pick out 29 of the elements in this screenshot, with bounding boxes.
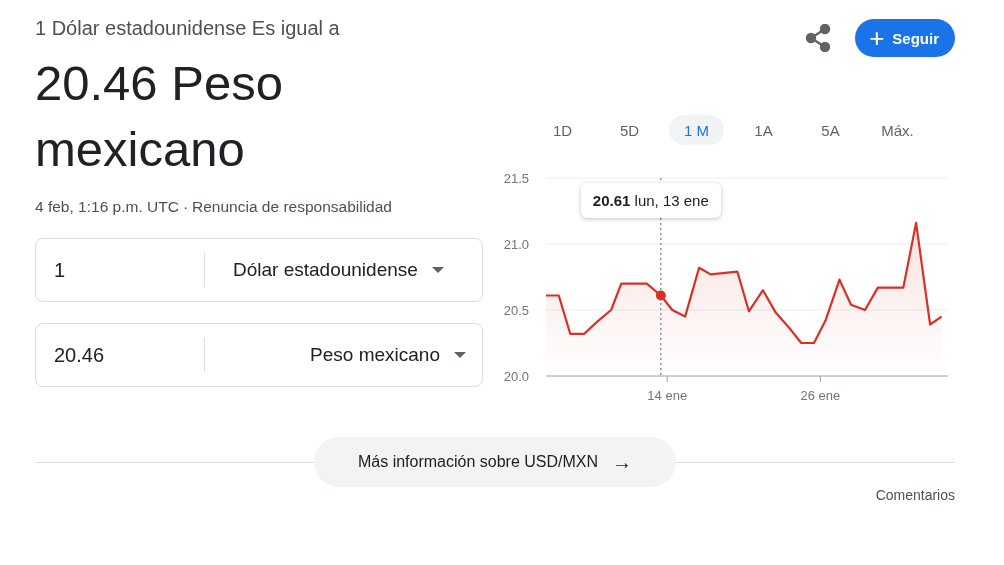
range-tab[interactable]: 5D	[602, 115, 657, 145]
tooltip-text: 20.61 lun, 13 ene	[592, 192, 709, 209]
range-tab[interactable]: 5A	[803, 115, 858, 145]
feedback-link[interactable]: Comentarios	[875, 487, 955, 503]
y-axis-label: 21.0	[503, 237, 529, 252]
separator: ·	[182, 198, 189, 216]
amount-field[interactable]: 20.46	[36, 343, 204, 367]
timestamp: 4 feb, 1:16 p.m. UTC	[35, 198, 179, 216]
conversion-result: 20.46 Peso mexicano	[35, 55, 284, 178]
more-info-button[interactable]: Más información sobre USD/MXN →	[313, 437, 677, 487]
share-icon[interactable]	[805, 24, 832, 52]
conversion-caption: 1 Dólar estadounidense Es igual a	[35, 16, 341, 41]
currency-dropdown[interactable]: Peso mexicano	[211, 344, 482, 366]
currency-dropdown[interactable]: Dólar estadounidense	[205, 259, 482, 281]
hover-point	[655, 290, 666, 301]
caret-icon	[454, 352, 466, 358]
x-axis-label: 14 ene	[647, 388, 688, 403]
follow-button[interactable]: + Seguir	[855, 19, 955, 57]
x-axis-label: 26 ene	[800, 388, 841, 403]
disclaimer-link[interactable]: Renuncia de responsabilidad	[192, 198, 392, 216]
y-axis-label: 20.5	[503, 303, 529, 318]
range-tab[interactable]: Máx.	[870, 115, 925, 145]
range-tab[interactable]: 1 M	[669, 115, 724, 145]
amount-field[interactable]: 1	[36, 258, 204, 282]
y-axis-label: 21.5	[503, 171, 529, 186]
caret-icon	[431, 267, 444, 273]
range-tab[interactable]: 1D	[535, 115, 590, 145]
y-axis-label: 20.0	[503, 369, 529, 384]
range-tab[interactable]: 1A	[736, 115, 791, 145]
